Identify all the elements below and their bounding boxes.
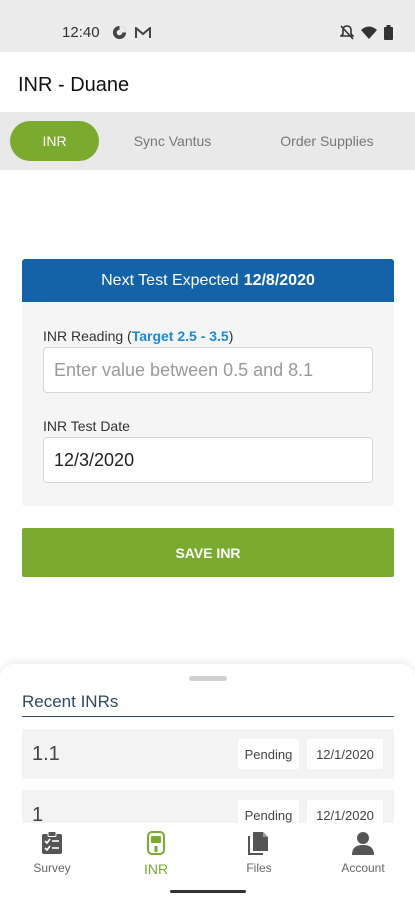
page-title: INR - Duane [18, 74, 130, 96]
home-indicator [170, 890, 246, 893]
nav-survey[interactable]: Survey [12, 831, 92, 875]
status-badge: Pending [238, 739, 299, 769]
target-range: Target 2.5 - 3.5 [131, 328, 229, 344]
tab-sync-vantus[interactable]: Sync Vantus [118, 121, 227, 161]
nav-files-label: Files [246, 861, 272, 875]
mute-icon [339, 25, 355, 45]
next-test-banner: Next Test Expected 12/8/2020 [22, 259, 394, 302]
nav-account[interactable]: Account [323, 831, 403, 875]
status-time: 12:40 [62, 24, 100, 41]
status-bar: 12:40 [0, 0, 415, 52]
account-icon [351, 831, 375, 861]
tab-bar: INR Sync Vantus Order Supplies [0, 112, 415, 170]
inr-reading-input[interactable] [43, 347, 373, 393]
next-test-label: Next Test Expected [101, 271, 239, 289]
inr-entry-card: Next Test Expected 12/8/2020 INR Reading… [22, 259, 394, 506]
date-badge: 12/1/2020 [307, 739, 383, 769]
nav-inr-label: INR [143, 861, 169, 877]
nav-account-label: Account [341, 861, 385, 875]
app-header: INR - Duane [0, 52, 415, 112]
inr-meter-icon [147, 831, 165, 861]
status-right-icons [339, 25, 393, 45]
inr-list-item[interactable]: 1.1 Pending 12/1/2020 [22, 729, 394, 779]
next-test-date: 12/8/2020 [243, 271, 315, 289]
section-divider [22, 716, 394, 717]
data-saver-icon [112, 25, 127, 45]
status-left-icons [112, 25, 151, 45]
nav-files[interactable]: Files [219, 831, 299, 875]
gmail-icon [135, 25, 151, 44]
save-inr-button[interactable]: SAVE INR [22, 528, 394, 577]
recent-inrs-title: Recent INRs [22, 692, 119, 711]
status-badge: Pending [238, 800, 299, 823]
bottom-nav: Survey INR Files Account [0, 823, 415, 900]
survey-icon [41, 831, 63, 861]
nav-inr[interactable]: INR [116, 831, 196, 877]
date-badge: 12/1/2020 [307, 800, 383, 823]
inr-value: 1 [32, 804, 44, 823]
nav-survey-label: Survey [33, 861, 71, 875]
wifi-icon [361, 26, 377, 44]
inr-test-date-label: INR Test Date [43, 418, 130, 434]
inr-reading-label: INR Reading (Target 2.5 - 3.5) [43, 328, 234, 344]
inr-test-date-input[interactable] [43, 437, 373, 483]
files-icon [248, 831, 270, 861]
inr-list-item[interactable]: 1 Pending 12/1/2020 [22, 790, 394, 823]
inr-value: 1.1 [32, 743, 60, 765]
battery-icon [384, 25, 393, 45]
tab-order-supplies[interactable]: Order Supplies [262, 121, 392, 161]
tab-inr[interactable]: INR [10, 121, 99, 161]
sheet-drag-handle[interactable] [189, 676, 227, 681]
